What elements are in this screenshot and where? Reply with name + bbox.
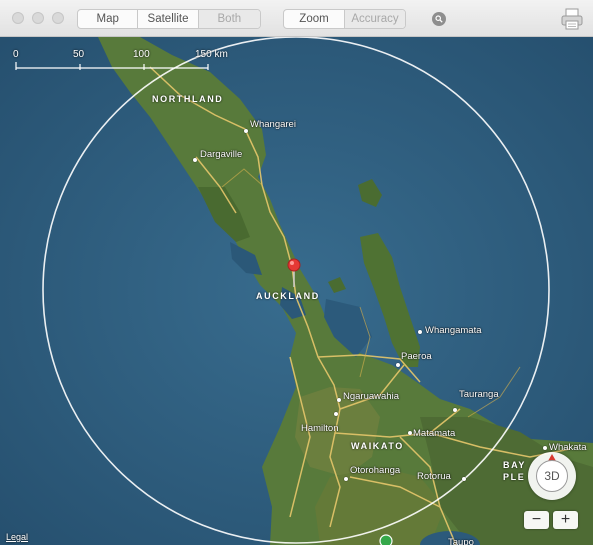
place-dot [334, 412, 338, 416]
toolbar: Map Satellite Both Zoom Accuracy [0, 0, 593, 37]
region-label-northland: NORTHLAND [152, 94, 224, 104]
place-dot [408, 431, 412, 435]
region-label-bay: BAY [503, 460, 526, 470]
place-label-paeroa: Paeroa [401, 351, 432, 362]
region-label-auckland: AUCKLAND [256, 291, 320, 301]
region-label-ple: PLE [503, 472, 526, 482]
printer-icon[interactable] [561, 7, 583, 31]
zoom-button[interactable]: Zoom [284, 10, 345, 28]
place-dot [453, 408, 457, 412]
place-label-ngaruawahia: Ngaruawahia [343, 391, 399, 402]
place-label-taupo: Taupo [448, 537, 474, 545]
place-dot [244, 129, 248, 133]
scale-tick-50: 50 [73, 49, 85, 60]
place-label-whangarei: Whangarei [250, 119, 296, 130]
place-dot [543, 446, 547, 450]
place-dot [462, 477, 466, 481]
place-dot [396, 363, 400, 367]
minimize-button[interactable] [32, 12, 44, 24]
close-button[interactable] [12, 12, 24, 24]
place-label-rotorua: Rotorua [417, 471, 451, 482]
place-label-dargaville: Dargaville [200, 149, 243, 160]
place-dot [337, 398, 341, 402]
accuracy-button[interactable]: Accuracy [345, 10, 405, 28]
place-dot [193, 158, 197, 162]
satellite-map[interactable]: 0 50 100 150 km NORTHLAND AUCKLAND WAIKA… [0, 37, 593, 545]
place-label-otorohanga: Otorohanga [350, 465, 401, 476]
maps-window: Map Satellite Both Zoom Accuracy 0 50 10… [0, 0, 593, 545]
scale-tick-0: 0 [13, 49, 19, 60]
zoom-controls: − + [524, 511, 578, 529]
zoom-window-button[interactable] [52, 12, 64, 24]
scale-tick-150: 150 km [195, 49, 228, 60]
scale-tick-100: 100 [133, 49, 150, 60]
view-segmented-control: Zoom Accuracy [283, 9, 406, 29]
place-dot [418, 330, 422, 334]
map-type-both[interactable]: Both [198, 10, 260, 28]
3d-button[interactable]: 3D [536, 460, 568, 492]
region-label-waikato: WAIKATO [351, 441, 404, 451]
place-label-whangamata: Whangamata [425, 325, 482, 336]
place-label-matamata: Matamata [413, 428, 456, 439]
magnifier-icon[interactable] [432, 12, 446, 26]
place-label-hamilton: Hamilton [301, 423, 339, 434]
zoom-out-button[interactable]: − [524, 511, 549, 529]
map-type-segmented-control: Map Satellite Both [77, 9, 261, 29]
map-type-satellite[interactable]: Satellite [138, 10, 199, 28]
place-label-tauranga: Tauranga [459, 389, 499, 400]
map-type-map[interactable]: Map [78, 10, 139, 28]
zoom-in-button[interactable]: + [553, 511, 578, 529]
compass-control[interactable]: 3D [528, 452, 576, 500]
place-dot [344, 477, 348, 481]
location-pin-icon[interactable] [286, 257, 302, 289]
legal-link[interactable]: Legal [6, 532, 28, 542]
